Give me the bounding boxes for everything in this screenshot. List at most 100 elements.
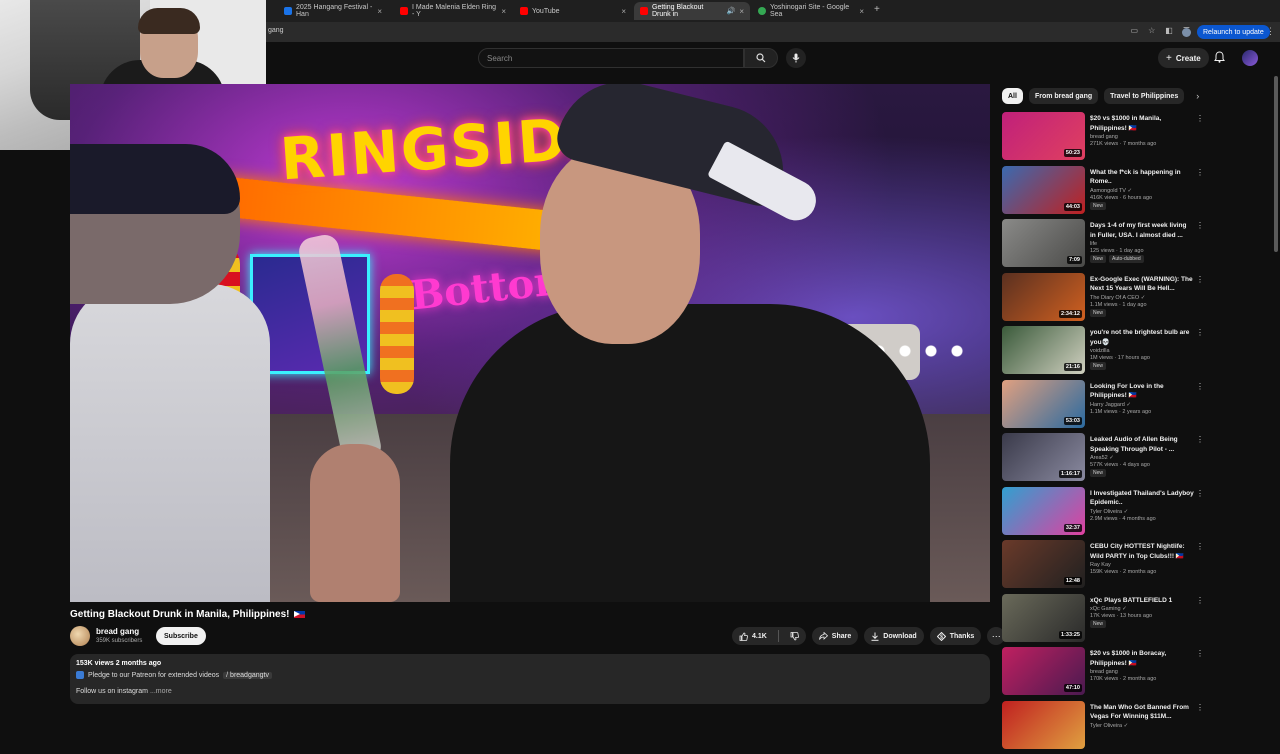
recommended-video[interactable]: 7:09 Days 1-4 of my first week living in …: [1002, 219, 1202, 273]
thanks-button[interactable]: $ Thanks: [930, 627, 982, 645]
dislike-button[interactable]: [783, 627, 806, 645]
create-button[interactable]: + Create: [1158, 48, 1209, 68]
channel-name[interactable]: bread gang: [1090, 134, 1194, 140]
video-title[interactable]: The Man Who Got Banned From Vegas For Wi…: [1090, 703, 1194, 722]
speaker-icon[interactable]: 🔊: [727, 7, 736, 15]
browser-menu-icon[interactable]: ⋮: [1266, 26, 1275, 37]
close-tab-icon[interactable]: ×: [739, 7, 744, 16]
notifications-bell-icon[interactable]: [1214, 51, 1225, 63]
channel-name[interactable]: Tyler Oliveira ✓: [1090, 509, 1194, 515]
video-title[interactable]: Ex-Google Exec (WARNING): The Next 15 Ye…: [1090, 275, 1194, 294]
channel-avatar[interactable]: [70, 626, 90, 646]
video-title[interactable]: What the f*ck is happening in Rome..: [1090, 168, 1194, 187]
video-thumbnail[interactable]: 1:16:17: [1002, 433, 1085, 481]
recommended-video[interactable]: 2:34:12 Ex-Google Exec (WARNING): The Nex…: [1002, 273, 1202, 327]
bookmark-star-icon[interactable]: ☆: [1148, 26, 1155, 35]
channel-name[interactable]: Asmongold TV ✓: [1090, 188, 1194, 194]
video-thumbnail[interactable]: 21:16: [1002, 326, 1085, 374]
chip-all[interactable]: All: [1002, 88, 1023, 104]
video-title[interactable]: Leaked Audio of Allen Being Speaking Thr…: [1090, 435, 1194, 454]
cast-icon[interactable]: ▭: [1131, 26, 1139, 35]
channel-name[interactable]: life: [1090, 241, 1194, 247]
video-thumbnail[interactable]: 47:10: [1002, 647, 1085, 695]
more-options-icon[interactable]: ⋮: [1196, 382, 1204, 391]
recommended-video[interactable]: 44:03 What the f*ck is happening in Rome.…: [1002, 166, 1202, 220]
show-more-link[interactable]: ...more: [150, 688, 172, 695]
channel-name[interactable]: Area52 ✓: [1090, 455, 1194, 461]
address-text[interactable]: gang: [268, 27, 284, 34]
channel-name[interactable]: Ray Kay: [1090, 562, 1194, 568]
share-button[interactable]: Share: [812, 627, 858, 645]
video-thumbnail[interactable]: 2:34:12: [1002, 273, 1085, 321]
more-options-icon[interactable]: ⋮: [1196, 221, 1204, 230]
video-thumbnail[interactable]: 44:03: [1002, 166, 1085, 214]
voice-search-button[interactable]: [786, 48, 806, 68]
channel-name[interactable]: Harry Jaggard ✓: [1090, 402, 1194, 408]
video-title[interactable]: CEBU City HOTTEST Nightlife: Wild PARTY …: [1090, 542, 1194, 561]
browser-tab[interactable]: I Made Malenia Elden Ring - Y ×: [394, 2, 512, 20]
extensions-icon[interactable]: ◧: [1165, 26, 1173, 35]
chip-travel-to-philippines[interactable]: Travel to Philippines: [1104, 88, 1184, 104]
more-options-icon[interactable]: ⋮: [1196, 489, 1204, 498]
scrollbar[interactable]: [1274, 76, 1278, 252]
profile-avatar[interactable]: [1182, 28, 1191, 37]
video-player[interactable]: RINGSIDE Bottom: [70, 84, 990, 602]
recommended-video[interactable]: 53:03 Looking For Love in the Philippines…: [1002, 380, 1202, 434]
recommended-video[interactable]: 12:48 CEBU City HOTTEST Nightlife: Wild P…: [1002, 540, 1202, 594]
recommended-video[interactable]: 32:37 I Investigated Thailand's Ladyboy E…: [1002, 487, 1202, 541]
video-title[interactable]: I Investigated Thailand's Ladyboy Epidem…: [1090, 489, 1194, 508]
close-tab-icon[interactable]: ×: [377, 7, 382, 16]
recommended-video[interactable]: 50:23 $20 vs $1000 in Manila, Philippines…: [1002, 112, 1202, 166]
search-input[interactable]: Search: [478, 48, 744, 68]
video-title[interactable]: you're not the brightest bulb are you💀: [1090, 328, 1194, 347]
download-button[interactable]: Download: [864, 627, 923, 645]
video-thumbnail[interactable]: 32:37: [1002, 487, 1085, 535]
more-options-icon[interactable]: ⋮: [1196, 542, 1204, 551]
channel-name[interactable]: xQc Gaming ✓: [1090, 606, 1194, 612]
chip-from-bread-gang[interactable]: From bread gang: [1029, 88, 1098, 104]
channel-name[interactable]: voidzilla: [1090, 348, 1194, 354]
more-options-icon[interactable]: ⋮: [1196, 596, 1204, 605]
video-title[interactable]: $20 vs $1000 in Manila, Philippines! 🇵🇭: [1090, 114, 1194, 133]
video-title[interactable]: $20 vs $1000 in Boracay, Philippines! 🇵🇭: [1090, 649, 1194, 668]
close-tab-icon[interactable]: ×: [621, 7, 626, 16]
browser-tab[interactable]: 2025 Hangang Festival - Han ×: [278, 2, 388, 20]
close-tab-icon[interactable]: ×: [859, 7, 864, 16]
channel-name[interactable]: The Diary Of A CEO ✓: [1090, 295, 1194, 301]
recommended-video[interactable]: 1:16:17 Leaked Audio of Allen Being Speak…: [1002, 433, 1202, 487]
channel-name[interactable]: Tyler Oliveira ✓: [1090, 723, 1194, 729]
search-button[interactable]: [744, 48, 778, 68]
browser-tab[interactable]: YouTube ×: [514, 2, 632, 20]
video-title[interactable]: Days 1-4 of my first week living in Full…: [1090, 221, 1194, 240]
video-thumbnail[interactable]: 12:48: [1002, 540, 1085, 588]
description-box[interactable]: 153K views 2 months ago Pledge to our Pa…: [70, 654, 990, 704]
more-options-icon[interactable]: ⋮: [1196, 168, 1204, 177]
relaunch-button[interactable]: Relaunch to update: [1197, 25, 1270, 39]
browser-tab-active[interactable]: Getting Blackout Drunk in 🔊 ×: [634, 2, 750, 20]
video-title[interactable]: Looking For Love in the Philippines! 🇵🇭: [1090, 382, 1194, 401]
video-thumbnail[interactable]: [1002, 701, 1085, 749]
recommended-video[interactable]: The Man Who Got Banned From Vegas For Wi…: [1002, 701, 1202, 754]
more-options-icon[interactable]: ⋮: [1196, 328, 1204, 337]
video-thumbnail[interactable]: 50:23: [1002, 112, 1085, 160]
new-tab-button[interactable]: +: [874, 4, 880, 15]
subscribe-button[interactable]: Subscribe: [156, 627, 206, 645]
recommended-video[interactable]: 47:10 $20 vs $1000 in Boracay, Philippine…: [1002, 647, 1202, 701]
close-tab-icon[interactable]: ×: [501, 7, 506, 16]
channel-name[interactable]: bread gang: [96, 627, 139, 636]
channel-name[interactable]: bread gang: [1090, 669, 1194, 675]
browser-tab[interactable]: Yoshinogari Site - Google Sea ×: [752, 2, 870, 20]
recommended-video[interactable]: 1:33:25 xQc Plays BATTLEFIELD 1xQc Gaming…: [1002, 594, 1202, 648]
chevron-right-icon[interactable]: ›: [1196, 91, 1199, 101]
more-options-icon[interactable]: ⋮: [1196, 649, 1204, 658]
patreon-link[interactable]: / breadgangtv: [223, 672, 272, 679]
video-thumbnail[interactable]: 1:33:25: [1002, 594, 1085, 642]
video-thumbnail[interactable]: 53:03: [1002, 380, 1085, 428]
more-options-icon[interactable]: ⋮: [1196, 435, 1204, 444]
video-title[interactable]: xQc Plays BATTLEFIELD 1: [1090, 596, 1194, 606]
account-avatar[interactable]: [1242, 50, 1258, 66]
video-thumbnail[interactable]: 7:09: [1002, 219, 1085, 267]
like-button[interactable]: 4.1K: [732, 627, 774, 645]
more-options-icon[interactable]: ⋮: [1196, 703, 1204, 712]
more-options-icon[interactable]: ⋮: [1196, 114, 1204, 123]
